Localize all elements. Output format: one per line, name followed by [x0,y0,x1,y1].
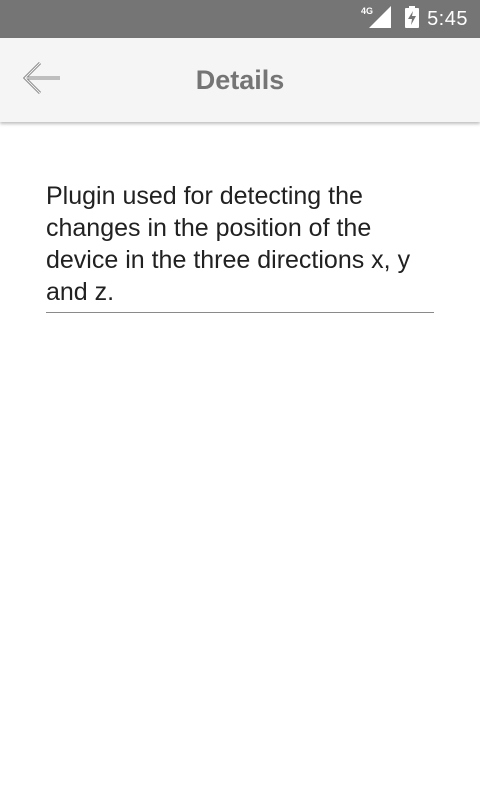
description-text: Plugin used for detecting the changes in… [46,180,434,313]
details-content: Plugin used for detecting the changes in… [46,180,434,313]
clock-time: 5:45 [427,7,468,30]
status-icons: 4G 5:45 [361,0,468,38]
status-bar: 4G 5:45 [0,0,480,38]
network-type-label: 4G [361,6,374,16]
app-bar: Details [0,38,480,122]
page-title: Details [195,65,285,95]
battery-charging-icon [405,5,420,33]
